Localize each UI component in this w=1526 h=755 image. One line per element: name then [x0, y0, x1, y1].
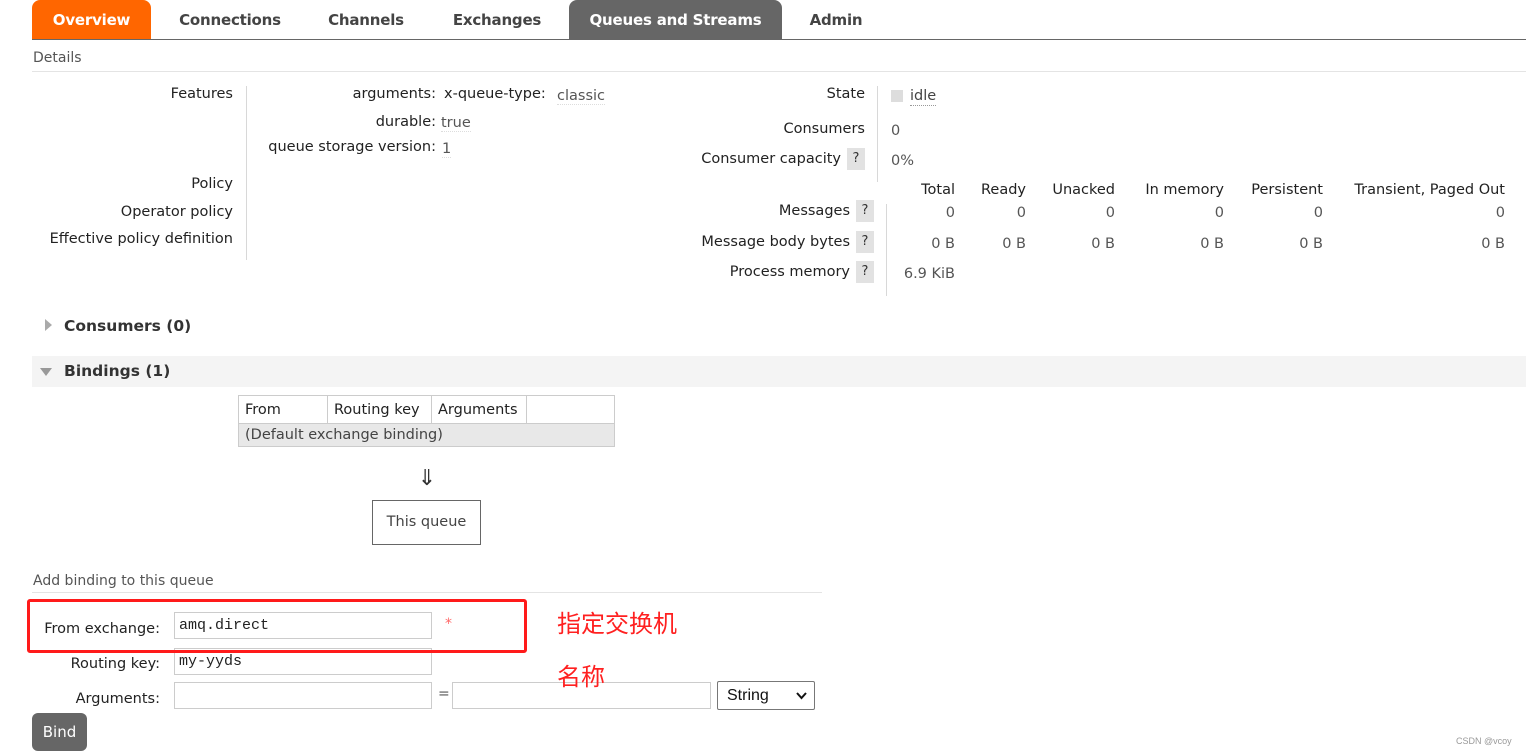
- stats-col-ready: Ready: [980, 182, 1026, 198]
- consumers-label: Consumers: [783, 121, 866, 137]
- effective-policy-label: Effective policy definition: [49, 231, 233, 247]
- expand-right-icon[interactable]: [45, 319, 52, 331]
- table-row: (Default exchange binding): [238, 423, 615, 447]
- annotation-text-line1: 指定交换机: [557, 610, 677, 638]
- bytes-total: 0 B: [931, 236, 955, 252]
- add-binding-divider: [32, 592, 822, 593]
- watermark: CSDN @vcoy: [1456, 736, 1512, 746]
- consumers-section-toggle[interactable]: Consumers (0): [64, 317, 191, 335]
- bindings-table-header: From Routing key Arguments: [238, 395, 615, 424]
- messages-total: 0: [945, 205, 955, 221]
- bytes-unacked: 0 B: [1091, 236, 1115, 252]
- bytes-ready: 0 B: [1002, 236, 1026, 252]
- bindings-table: From Routing key Arguments (Default exch…: [238, 395, 615, 447]
- feature-arguments-key: arguments:: [352, 86, 436, 102]
- feature-storage-version-value: 1: [442, 141, 452, 158]
- add-binding-heading: Add binding to this queue: [33, 573, 214, 589]
- messages-ready: 0: [1016, 205, 1026, 221]
- bytes-transient-paged-out: 0 B: [1481, 236, 1505, 252]
- messages-persistent: 0: [1313, 205, 1323, 221]
- col-routing-key: Routing key: [327, 395, 432, 424]
- equals-sign: =: [438, 686, 450, 702]
- col-from: From: [238, 395, 328, 424]
- tab-admin[interactable]: Admin: [794, 0, 878, 39]
- features-label: Features: [170, 86, 233, 102]
- routing-key-label: Routing key:: [70, 656, 160, 672]
- stats-col-total: Total: [921, 182, 955, 198]
- state-divider: [877, 86, 878, 182]
- state-label: State: [826, 86, 865, 102]
- details-heading: Details: [33, 50, 82, 66]
- feature-durable-value: true: [441, 115, 471, 132]
- policy-label: Policy: [191, 176, 233, 192]
- consumers-value: 0: [891, 123, 901, 139]
- argument-type-selected: String: [727, 687, 769, 704]
- bind-button[interactable]: Bind: [32, 713, 87, 751]
- argument-type-select[interactable]: String: [717, 681, 815, 710]
- tab-overview[interactable]: Overview: [32, 0, 151, 39]
- argument-key-input[interactable]: [174, 682, 432, 709]
- feature-storage-version-key: queue storage version:: [268, 139, 436, 155]
- default-exchange-binding: (Default exchange binding): [238, 423, 615, 447]
- messages-help-icon[interactable]: ?: [856, 200, 874, 222]
- stats-col-transient-paged-out: Transient, Paged Out: [1354, 182, 1505, 198]
- process-memory-value: 6.9 KiB: [903, 266, 955, 282]
- stats-divider: [886, 204, 887, 296]
- this-queue-box: This queue: [372, 500, 481, 545]
- chevron-down-icon: [796, 692, 807, 700]
- stats-col-in-memory: In memory: [1145, 182, 1224, 198]
- message-body-bytes-help-icon[interactable]: ?: [856, 231, 874, 253]
- feature-queue-type-key: x-queue-type:: [444, 86, 546, 102]
- messages-unacked: 0: [1105, 205, 1115, 221]
- tab-queues-and-streams[interactable]: Queues and Streams: [569, 0, 782, 39]
- bindings-section-toggle[interactable]: Bindings (1): [64, 362, 170, 380]
- process-memory-label: Process memory: [729, 264, 850, 280]
- left-divider: [246, 86, 247, 260]
- col-actions: [526, 395, 615, 424]
- stats-col-unacked: Unacked: [1052, 182, 1115, 198]
- details-divider: [32, 71, 1526, 72]
- operator-policy-label: Operator policy: [120, 204, 233, 220]
- bytes-in-memory: 0 B: [1200, 236, 1224, 252]
- annotation-text-line2: 名称: [557, 663, 605, 691]
- feature-queue-type-value: classic: [557, 88, 605, 105]
- tab-exchanges[interactable]: Exchanges: [436, 0, 558, 39]
- messages-in-memory: 0: [1214, 205, 1224, 221]
- consumer-capacity-help-icon[interactable]: ?: [847, 148, 865, 170]
- consumer-capacity-label: Consumer capacity: [701, 151, 841, 167]
- main-nav-tabs: Overview Connections Channels Exchanges …: [32, 0, 1526, 40]
- arguments-label: Arguments:: [75, 691, 160, 707]
- state-value: idle: [910, 88, 937, 106]
- bytes-persistent: 0 B: [1299, 236, 1323, 252]
- bindings-section-header[interactable]: [32, 356, 1526, 387]
- messages-label: Messages: [778, 203, 850, 219]
- process-memory-help-icon[interactable]: ?: [856, 261, 874, 283]
- consumer-capacity-value: 0%: [891, 153, 915, 169]
- feature-durable-key: durable:: [375, 114, 436, 130]
- collapse-down-icon[interactable]: [40, 368, 52, 376]
- col-arguments: Arguments: [431, 395, 527, 424]
- messages-transient-paged-out: 0: [1495, 205, 1505, 221]
- tab-channels[interactable]: Channels: [312, 0, 420, 39]
- stats-col-persistent: Persistent: [1251, 182, 1323, 198]
- tab-connections[interactable]: Connections: [162, 0, 298, 39]
- state-indicator-icon: [891, 90, 903, 102]
- down-arrow-icon: ⇓: [417, 466, 437, 491]
- message-body-bytes-label: Message body bytes: [701, 234, 850, 250]
- annotation-highlight-box: [27, 599, 527, 653]
